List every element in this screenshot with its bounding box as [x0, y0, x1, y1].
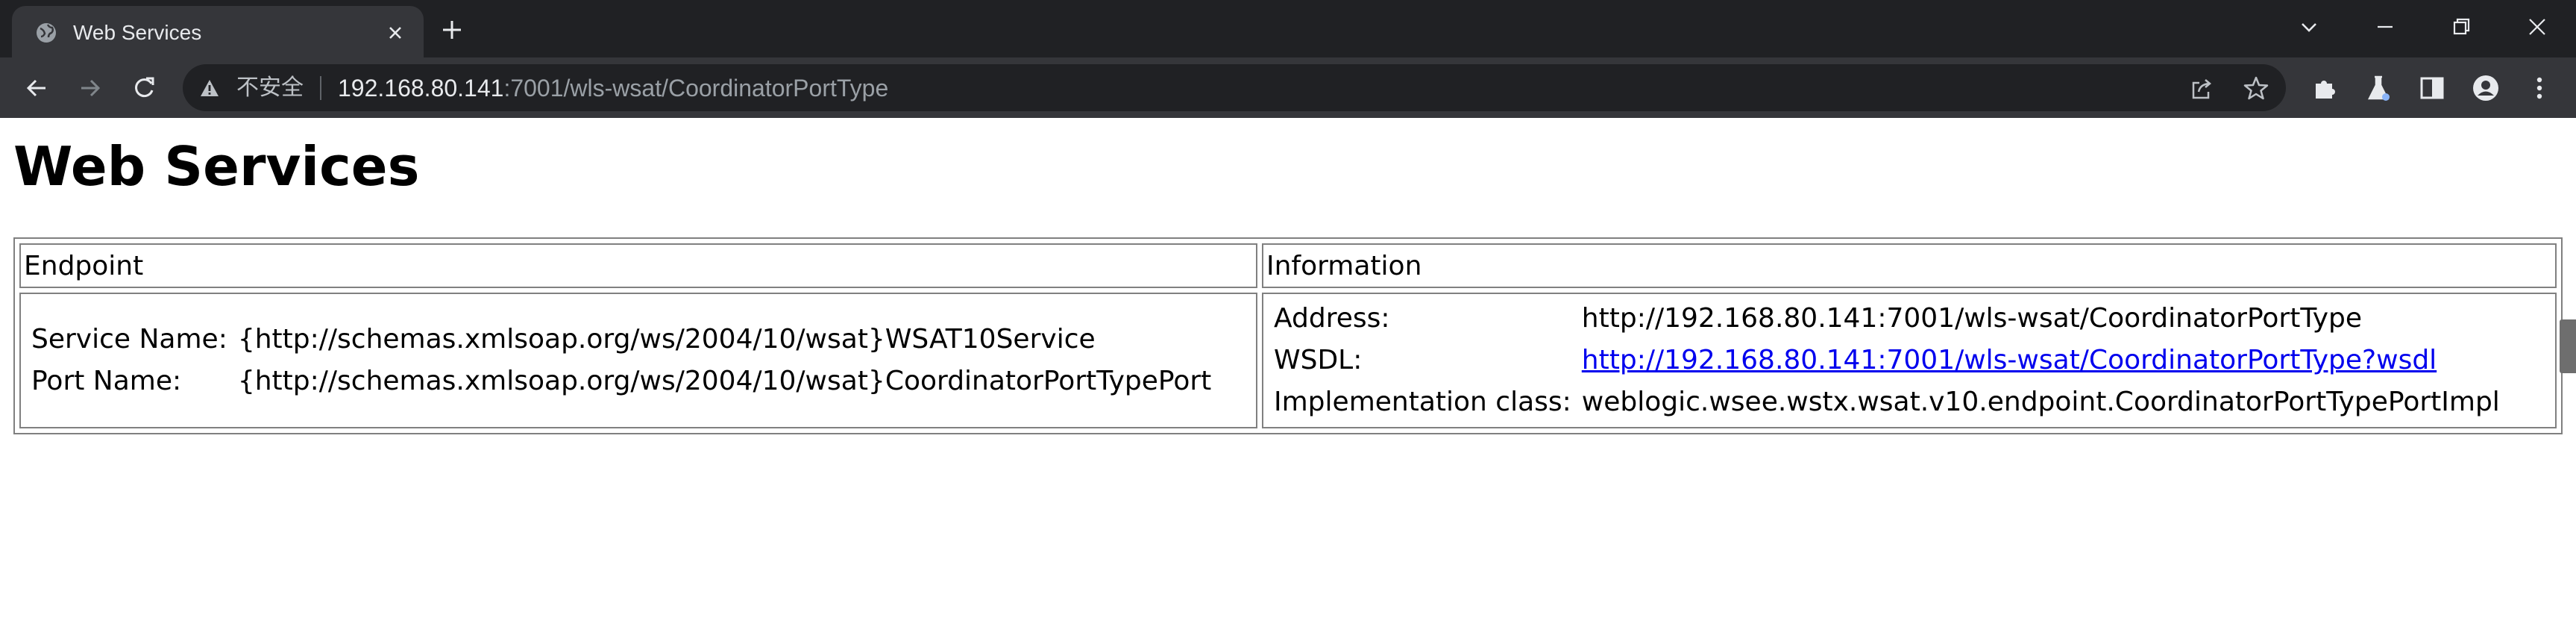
- url-text[interactable]: 192.168.80.141:7001/wls-wsat/Coordinator…: [338, 74, 888, 102]
- share-icon[interactable]: [2189, 76, 2214, 102]
- labs-flask-icon[interactable]: [2363, 72, 2394, 104]
- page-content: Web Services Endpoint Information Servic…: [0, 118, 2576, 621]
- implementation-class-label: Implementation class:: [1274, 387, 1571, 417]
- profile-avatar-icon[interactable]: [2470, 72, 2501, 104]
- services-table: Endpoint Information Service Name: {http…: [13, 237, 2563, 434]
- endpoint-details: Service Name: {http://schemas.xmlsoap.or…: [24, 316, 1219, 405]
- port-name-value: {http://schemas.xmlsoap.org/ws/2004/10/w…: [237, 366, 1212, 396]
- table-header-row: Endpoint Information: [19, 243, 2557, 288]
- browser-toolbar: 不安全 192.168.80.141:7001/wls-wsat/Coordin…: [0, 57, 2576, 118]
- header-information: Information: [1262, 243, 2557, 288]
- table-row: Service Name: {http://schemas.xmlsoap.or…: [19, 293, 2557, 428]
- wsdl-link[interactable]: http://192.168.80.141:7001/wls-wsat/Coor…: [1582, 345, 2437, 375]
- information-cell: Address: http://192.168.80.141:7001/wls-…: [1262, 293, 2557, 428]
- tab-strip: Web Services: [0, 0, 2576, 57]
- close-window-icon[interactable]: [2522, 12, 2552, 42]
- menu-kebab-icon[interactable]: [2524, 72, 2555, 104]
- address-label: Address:: [1274, 303, 1390, 334]
- browser-tab[interactable]: Web Services: [12, 6, 424, 57]
- extensions-icon[interactable]: [2309, 72, 2340, 104]
- page-title: Web Services: [13, 135, 420, 198]
- address-value: http://192.168.80.141:7001/wls-wsat/Coor…: [1581, 303, 2363, 334]
- information-details: Address: http://192.168.80.141:7001/wls-…: [1266, 296, 2507, 425]
- endpoint-cell: Service Name: {http://schemas.xmlsoap.or…: [19, 293, 1257, 428]
- tab-title: Web Services: [73, 21, 202, 44]
- close-tab-icon[interactable]: [383, 21, 407, 45]
- address-bar[interactable]: 不安全 192.168.80.141:7001/wls-wsat/Coordin…: [183, 64, 2286, 111]
- service-name-value: {http://schemas.xmlsoap.org/ws/2004/10/w…: [237, 324, 1096, 355]
- address-divider: [320, 76, 321, 100]
- bookmark-star-icon[interactable]: [2243, 75, 2269, 102]
- new-tab-icon[interactable]: [437, 15, 467, 45]
- warning-icon[interactable]: [199, 78, 220, 99]
- tab-search-icon[interactable]: [2294, 12, 2324, 42]
- service-name-label: Service Name:: [31, 324, 227, 355]
- minimize-icon[interactable]: [2370, 12, 2400, 42]
- globe-icon: [37, 23, 56, 43]
- header-endpoint: Endpoint: [19, 243, 1257, 288]
- side-panel-icon[interactable]: [2416, 72, 2448, 104]
- security-label[interactable]: 不安全: [236, 75, 304, 102]
- url-path: :7001/wls-wsat/CoordinatorPortType: [503, 75, 889, 102]
- forward-icon[interactable]: [75, 72, 106, 104]
- back-icon[interactable]: [21, 72, 52, 104]
- implementation-class-value: weblogic.wsee.wstx.wsat.v10.endpoint.Coo…: [1581, 387, 2500, 417]
- reload-icon[interactable]: [128, 72, 160, 104]
- restore-icon[interactable]: [2446, 12, 2476, 42]
- wsdl-label: WSDL:: [1274, 345, 1363, 375]
- port-name-label: Port Name:: [31, 366, 182, 396]
- side-panel-grip[interactable]: [2560, 319, 2576, 373]
- url-host: 192.168.80.141: [338, 75, 504, 102]
